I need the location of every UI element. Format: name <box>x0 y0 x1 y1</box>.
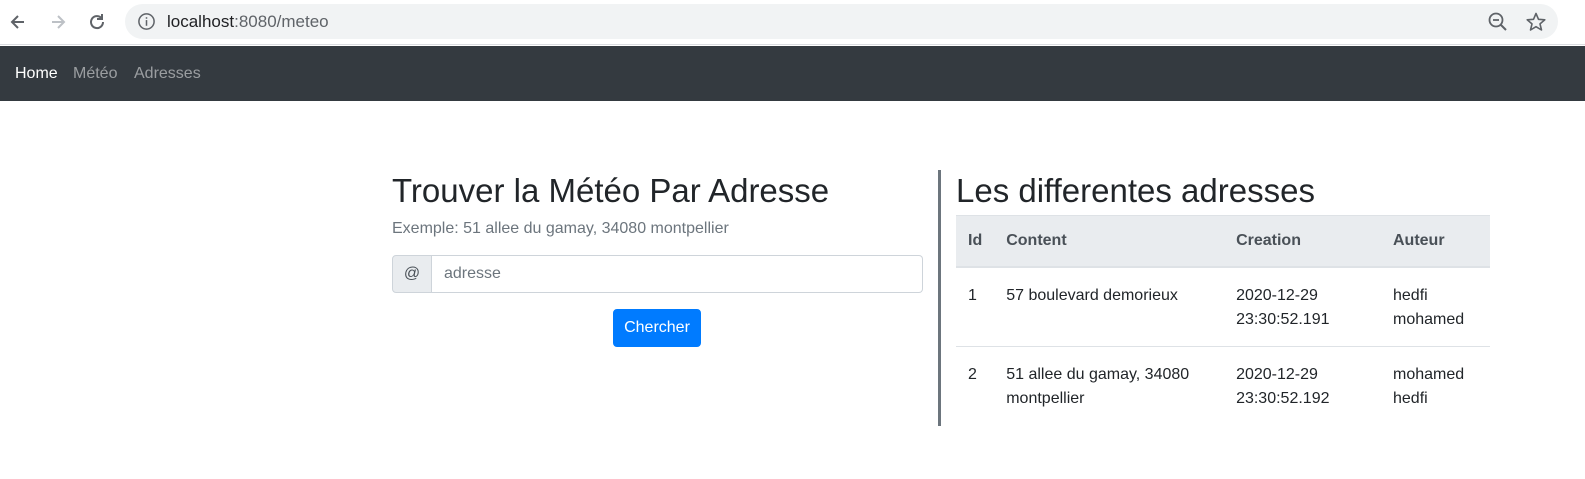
table-row: 2 51 allee du gamay, 34080 montpellier 2… <box>956 346 1490 425</box>
cell-content: 57 boulevard demorieux <box>994 266 1225 347</box>
nav-item-meteo[interactable]: Météo <box>73 64 117 84</box>
column-header-auteur: Auteur <box>1381 215 1490 268</box>
info-icon[interactable] <box>137 12 156 31</box>
back-icon <box>10 15 24 29</box>
cell-auteur: mohamed hedfi <box>1393 365 1465 407</box>
address-bar[interactable]: localhost:8080/meteo <box>125 4 1558 39</box>
nav-item-home[interactable]: Home <box>15 64 58 84</box>
cell-auteur: hedfi mohamed <box>1381 266 1490 347</box>
forward-button[interactable] <box>44 8 72 36</box>
addresses-title: Les differentes adresses <box>956 172 1315 209</box>
star-icon[interactable] <box>1525 11 1547 33</box>
url-host: localhost <box>167 12 235 31</box>
table-row: 1 57 boulevard demorieux 2020-12-29 23:3… <box>956 266 1490 347</box>
reload-icon <box>90 14 105 30</box>
column-header-id: Id <box>956 215 995 268</box>
addresses-table: Id Content Creation Auteur 1 57 boulevar… <box>956 215 1490 425</box>
nav-item-adresses[interactable]: Adresses <box>134 64 201 84</box>
forward-icon <box>52 15 66 29</box>
cell-creation: 2020-12-29 23:30:52.191 <box>1224 266 1381 347</box>
address-input[interactable] <box>432 255 923 293</box>
table-header-row: Id Content Creation Auteur <box>956 215 1490 268</box>
cell-content: 51 allee du gamay, 34080 montpellier <box>1006 365 1190 407</box>
vertical-divider <box>938 170 941 426</box>
search-title: Trouver la Météo Par Adresse <box>392 172 830 209</box>
column-header-content: Content <box>994 215 1225 268</box>
back-button[interactable] <box>4 8 32 36</box>
search-button[interactable]: Chercher <box>613 309 701 347</box>
zoom-icon[interactable] <box>1487 11 1509 33</box>
browser-toolbar: localhost:8080/meteo <box>0 0 1585 45</box>
search-example-text: Exemple: 51 allee du gamay, 34080 montpe… <box>392 220 729 237</box>
reload-button[interactable] <box>83 8 111 36</box>
column-header-creation: Creation <box>1224 215 1381 268</box>
cell-id: 2 <box>968 365 977 383</box>
url-path: :8080/meteo <box>234 12 329 31</box>
cell-id: 1 <box>956 266 995 347</box>
at-prefix: @ <box>392 255 432 293</box>
address-input-group: @ <box>392 255 923 293</box>
url-text[interactable]: localhost:8080/meteo <box>167 12 329 31</box>
main-navbar: Home Météo Adresses <box>0 46 1585 101</box>
cell-creation: 2020-12-29 23:30:52.192 <box>1236 365 1330 407</box>
